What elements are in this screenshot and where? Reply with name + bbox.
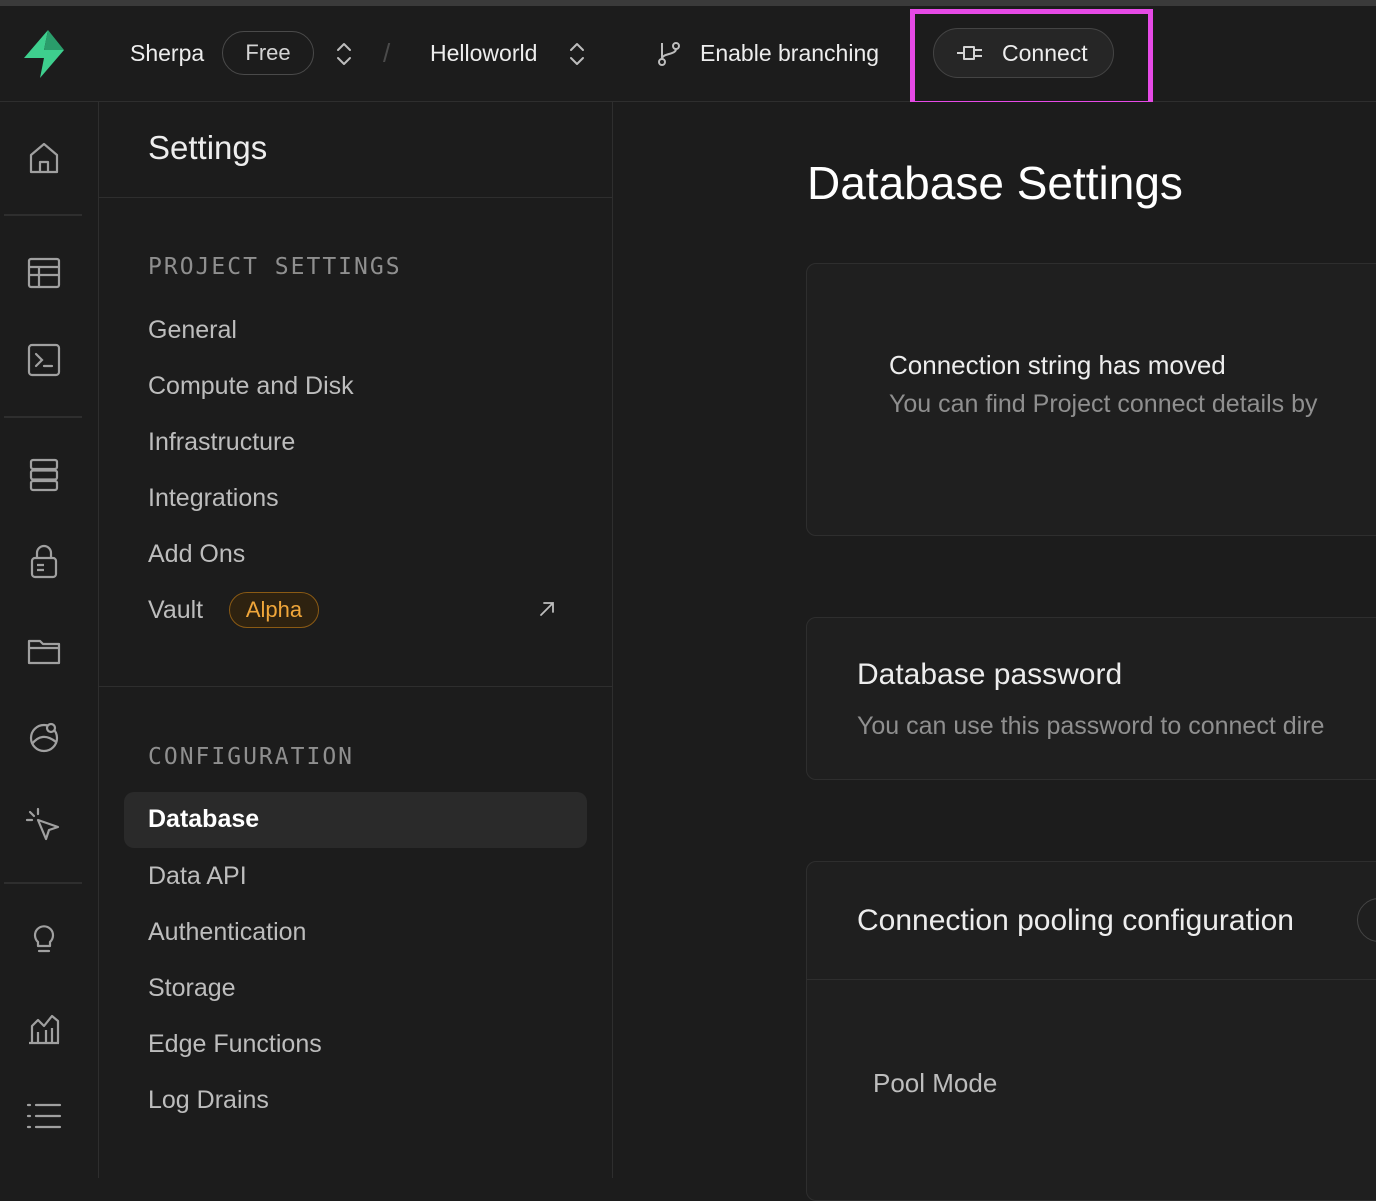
plug-icon xyxy=(957,46,982,60)
panel-divider xyxy=(99,686,613,687)
main-content: Database Settings Connection string has … xyxy=(614,102,1376,1201)
nav-infrastructure[interactable]: Infrastructure xyxy=(148,428,295,457)
password-card-title: Database password xyxy=(857,658,1123,691)
pooling-card-header-button[interactable] xyxy=(1357,898,1376,942)
project-settings-heading: PROJECT SETTINGS xyxy=(148,254,402,280)
rail-divider xyxy=(4,214,82,216)
connection-card-description: You can find Project connect details by xyxy=(889,390,1318,418)
vault-alpha-badge: Alpha xyxy=(229,592,319,628)
password-card-description: You can use this password to connect dir… xyxy=(857,712,1325,740)
nav-add-ons[interactable]: Add Ons xyxy=(148,540,245,569)
nav-edge-functions[interactable]: Edge Functions xyxy=(148,1030,322,1059)
org-name[interactable]: Sherpa xyxy=(130,40,204,67)
configuration-heading: CONFIGURATION xyxy=(148,744,355,770)
settings-panel: Settings PROJECT SETTINGS General Comput… xyxy=(99,102,613,1178)
realtime-icon[interactable] xyxy=(24,718,64,758)
card-divider xyxy=(807,979,1376,980)
settings-panel-title: Settings xyxy=(99,102,613,198)
connect-button-label: Connect xyxy=(1002,39,1088,66)
project-name[interactable]: Helloworld xyxy=(430,40,537,67)
nav-storage[interactable]: Storage xyxy=(148,974,236,1003)
storage-icon[interactable] xyxy=(24,630,64,670)
nav-authentication[interactable]: Authentication xyxy=(148,918,306,947)
top-bar: Sherpa Free / Helloworld Enable branchin… xyxy=(0,6,1376,102)
nav-general[interactable]: General xyxy=(148,316,237,345)
home-icon[interactable] xyxy=(24,138,64,178)
connection-card-title: Connection string has moved xyxy=(889,350,1226,380)
nav-database[interactable]: Database xyxy=(148,805,259,834)
plan-badge: Free xyxy=(222,31,314,75)
pool-mode-label: Pool Mode xyxy=(873,1068,998,1098)
sql-editor-icon[interactable] xyxy=(24,340,64,380)
external-link-icon[interactable] xyxy=(536,598,558,620)
reports-icon[interactable] xyxy=(24,1008,64,1048)
nav-vault[interactable]: Vault xyxy=(148,596,203,625)
supabase-logo-icon[interactable] xyxy=(18,28,70,80)
table-editor-icon[interactable] xyxy=(24,253,64,293)
logs-icon[interactable] xyxy=(24,1096,64,1136)
nav-compute-and-disk[interactable]: Compute and Disk xyxy=(148,372,354,401)
org-switcher-chevron-icon[interactable] xyxy=(335,40,353,68)
advisors-icon[interactable] xyxy=(24,918,64,958)
page-title: Database Settings xyxy=(807,157,1183,209)
rail-divider xyxy=(4,882,82,884)
breadcrumb-separator: / xyxy=(383,38,391,68)
connect-button[interactable]: Connect xyxy=(933,28,1114,78)
nav-integrations[interactable]: Integrations xyxy=(148,484,279,513)
icon-rail xyxy=(0,102,99,1178)
database-password-card: Database password You can use this passw… xyxy=(806,617,1376,780)
project-switcher-chevron-icon[interactable] xyxy=(568,40,586,68)
connection-string-card: Connection string has moved You can find… xyxy=(806,263,1376,536)
enable-branching-button[interactable]: Enable branching xyxy=(700,40,879,67)
pooling-card-title: Connection pooling configuration xyxy=(857,904,1294,937)
auth-icon[interactable] xyxy=(24,542,64,582)
git-branch-icon xyxy=(658,42,680,66)
nav-data-api[interactable]: Data API xyxy=(148,862,247,891)
nav-log-drains[interactable]: Log Drains xyxy=(148,1086,269,1115)
connection-pooling-card: Connection pooling configuration Pool Mo… xyxy=(806,861,1376,1201)
edge-functions-icon[interactable] xyxy=(24,806,64,846)
database-icon[interactable] xyxy=(24,455,64,495)
rail-divider xyxy=(4,416,82,418)
